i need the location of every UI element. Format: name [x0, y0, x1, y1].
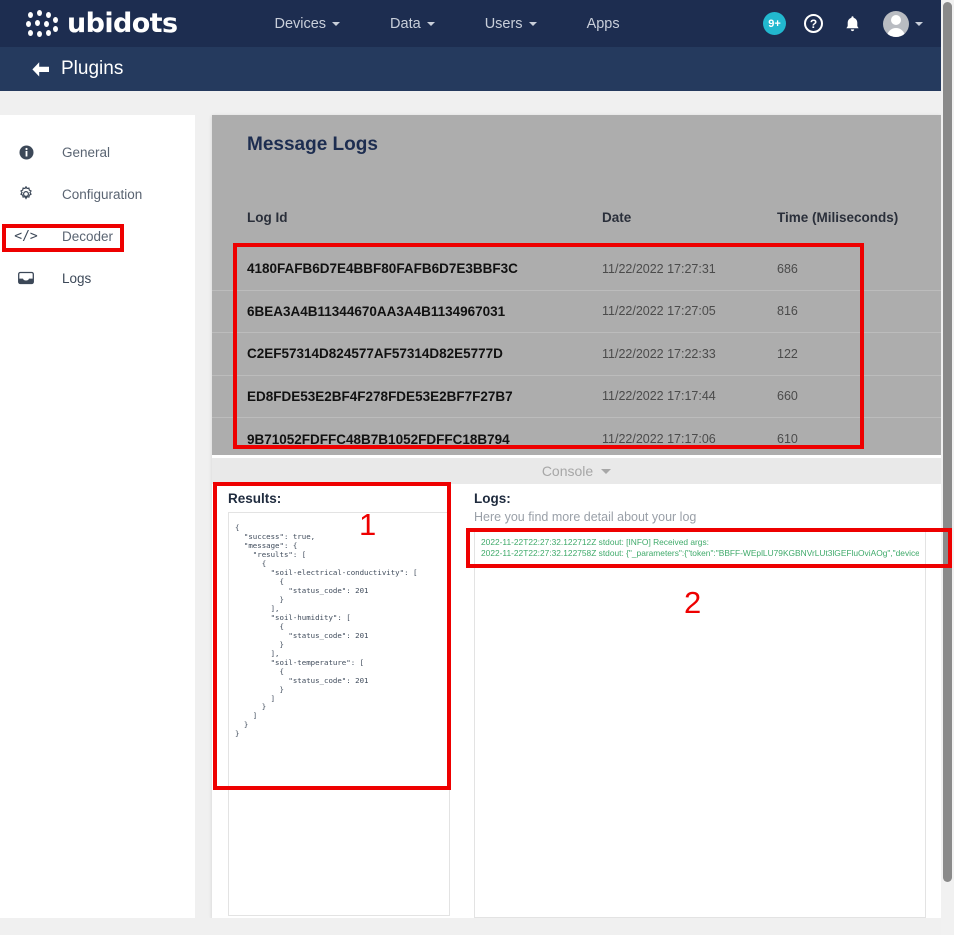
inbox-icon: [12, 271, 40, 285]
chevron-down-icon: [601, 468, 612, 474]
log-line: 2022-11-22T22:27:32.122712Z stdout: [INF…: [481, 537, 709, 547]
logo-text: ubidots: [67, 8, 178, 39]
table-row[interactable]: 4180FAFB6D7E4BBF80FAFB6D7E3BBF3C 11/22/2…: [212, 248, 941, 291]
arrow-left-icon[interactable]: [31, 61, 50, 78]
nav-item-users[interactable]: Users: [485, 16, 537, 32]
chevron-down-icon: [332, 21, 341, 26]
sidebar: General Configuration </> Decoder Logs: [0, 115, 195, 918]
sidebar-item-configuration-label: Configuration: [62, 186, 143, 202]
results-panel-title: Results:: [228, 491, 282, 506]
page-scrollbar-thumb[interactable]: [943, 2, 952, 882]
chevron-down-icon[interactable]: [915, 21, 923, 26]
logs-panel-subtitle: Here you find more detail about your log: [474, 510, 697, 524]
logs-panel: Logs: Here you find more detail about yo…: [474, 491, 926, 918]
page-root: ubidots Devices Data Users Apps 9+ ? Plu…: [0, 0, 954, 935]
bell-icon[interactable]: [844, 15, 861, 33]
sidebar-item-logs-label: Logs: [62, 270, 92, 286]
console-panels: Results: { "success": true, "message": {…: [212, 484, 941, 918]
table-row[interactable]: C2EF57314D824577AF57314D82E5777D 11/22/2…: [212, 333, 941, 376]
table-row[interactable]: 9B71052FDFFC48B7B1052FDFFC18B794 11/22/2…: [212, 418, 941, 461]
cell-time: 610: [777, 432, 798, 447]
cell-date: 11/22/2022 17:17:44: [602, 389, 716, 404]
nav-item-apps[interactable]: Apps: [587, 16, 620, 32]
nav-item-data[interactable]: Data: [390, 16, 435, 32]
cell-log-id: 4180FAFB6D7E4BBF80FAFB6D7E3BBF3C: [247, 261, 518, 277]
help-icon[interactable]: ?: [804, 14, 823, 33]
cell-date: 11/22/2022 17:22:33: [602, 346, 716, 361]
notification-count-badge[interactable]: 9+: [763, 12, 786, 35]
results-panel: Results: { "success": true, "message": {…: [228, 491, 468, 916]
code-icon: </>: [14, 228, 38, 244]
subheader-bar: Plugins: [0, 47, 941, 91]
console-toggle-bar[interactable]: Console: [212, 458, 941, 484]
logs-panel-title: Logs:: [474, 491, 511, 506]
sidebar-item-decoder-label: Decoder: [62, 228, 114, 244]
top-navigation-bar: ubidots Devices Data Users Apps 9+ ?: [0, 0, 941, 47]
ubidots-logo[interactable]: ubidots: [26, 8, 178, 39]
nav-item-apps-label: Apps: [586, 15, 620, 32]
footer-strip: [0, 918, 941, 935]
cell-log-id: C2EF57314D824577AF57314D82E5777D: [247, 346, 503, 362]
column-header-log-id: Log Id: [247, 210, 288, 225]
table-row[interactable]: ED8FDE53E2BF4F278FDE53E2BF7F27B7 11/22/2…: [212, 376, 941, 418]
chevron-down-icon: [426, 21, 435, 26]
main-content-card: Message Logs Log Id Date Time (Milisecon…: [212, 115, 941, 918]
logs-table-body: 4180FAFB6D7E4BBF80FAFB6D7E3BBF3C 11/22/2…: [212, 248, 941, 461]
page-scrollbar-track[interactable]: [941, 0, 954, 935]
sidebar-item-general-label: General: [62, 144, 111, 160]
logo-dots-icon: [26, 9, 60, 39]
cell-time: 660: [777, 389, 798, 404]
nav-item-data-label: Data: [390, 15, 421, 32]
cell-date: 11/22/2022 17:27:31: [602, 261, 716, 276]
page-title: Plugins: [61, 58, 124, 79]
gear-icon: [12, 186, 40, 202]
nav-item-devices-label: Devices: [274, 15, 327, 32]
table-header-row: Log Id Date Time (Miliseconds): [212, 210, 941, 238]
top-nav-actions: 9+ ?: [763, 0, 923, 47]
results-json-content: { "success": true, "message": { "results…: [235, 523, 418, 739]
sidebar-item-decoder[interactable]: </> Decoder: [0, 220, 195, 252]
cell-date: 11/22/2022 17:27:05: [602, 304, 716, 319]
cell-time: 686: [777, 261, 798, 276]
message-logs-section: Message Logs Log Id Date Time (Milisecon…: [212, 115, 941, 455]
sidebar-item-general[interactable]: General: [0, 136, 195, 168]
results-output-box[interactable]: { "success": true, "message": { "results…: [228, 512, 450, 916]
main-menu: Devices Data Users Apps: [274, 16, 669, 32]
cell-time: 122: [777, 346, 798, 361]
avatar[interactable]: [883, 10, 909, 37]
sidebar-item-logs[interactable]: Logs: [0, 262, 195, 294]
sidebar-item-configuration[interactable]: Configuration: [0, 178, 195, 210]
column-header-date: Date: [602, 210, 632, 225]
logs-output-box[interactable]: 2022-11-22T22:27:32.122712Z stdout: [INF…: [474, 531, 926, 918]
log-line: 2022-11-22T22:27:32.122758Z stdout: {"_p…: [481, 548, 919, 558]
nav-item-users-label: Users: [484, 15, 523, 32]
cell-time: 816: [777, 304, 798, 319]
info-icon: [12, 145, 40, 160]
cell-log-id: 6BEA3A4B11344670AA3A4B1134967031: [247, 303, 506, 319]
cell-date: 11/22/2022 17:17:06: [602, 432, 716, 447]
table-row[interactable]: 6BEA3A4B11344670AA3A4B1134967031 11/22/2…: [212, 291, 941, 333]
cell-log-id: ED8FDE53E2BF4F278FDE53E2BF7F27B7: [247, 388, 513, 404]
console-label: Console: [541, 463, 594, 479]
chevron-down-icon: [528, 21, 537, 26]
cell-log-id: 9B71052FDFFC48B7B1052FDFFC18B794: [247, 431, 510, 447]
column-header-time: Time (Miliseconds): [777, 210, 899, 225]
nav-item-devices[interactable]: Devices: [274, 15, 341, 32]
section-title: Message Logs: [247, 134, 378, 155]
